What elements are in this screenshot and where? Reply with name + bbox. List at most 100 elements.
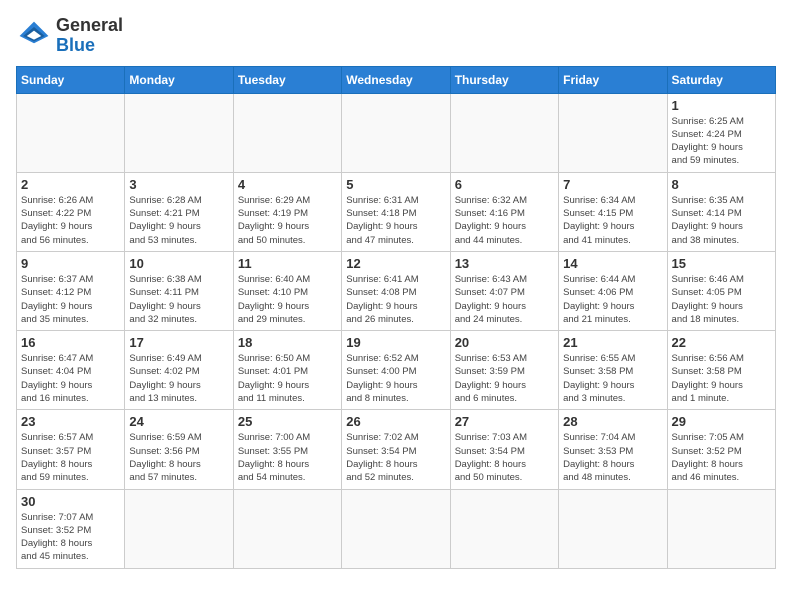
week-row-6: 30 Sunrise: 7:07 AM Sunset: 3:52 PM Dayli… xyxy=(17,489,776,568)
day-number: 12 xyxy=(346,256,445,271)
calendar-table: SundayMondayTuesdayWednesdayThursdayFrid… xyxy=(16,66,776,569)
calendar-cell: 18 Sunrise: 6:50 AM Sunset: 4:01 PM Dayli… xyxy=(233,331,341,410)
day-number: 4 xyxy=(238,177,337,192)
day-info: Sunrise: 7:02 AM Sunset: 3:54 PM Dayligh… xyxy=(346,431,445,484)
calendar-cell: 27 Sunrise: 7:03 AM Sunset: 3:54 PM Dayli… xyxy=(450,410,558,489)
day-number: 7 xyxy=(563,177,662,192)
day-info: Sunrise: 7:03 AM Sunset: 3:54 PM Dayligh… xyxy=(455,431,554,484)
day-info: Sunrise: 6:49 AM Sunset: 4:02 PM Dayligh… xyxy=(129,352,228,405)
calendar-cell: 4 Sunrise: 6:29 AM Sunset: 4:19 PM Daylig… xyxy=(233,172,341,251)
week-row-2: 2 Sunrise: 6:26 AM Sunset: 4:22 PM Daylig… xyxy=(17,172,776,251)
day-number: 11 xyxy=(238,256,337,271)
day-number: 24 xyxy=(129,414,228,429)
day-info: Sunrise: 6:50 AM Sunset: 4:01 PM Dayligh… xyxy=(238,352,337,405)
day-info: Sunrise: 7:05 AM Sunset: 3:52 PM Dayligh… xyxy=(672,431,771,484)
calendar-cell: 25 Sunrise: 7:00 AM Sunset: 3:55 PM Dayli… xyxy=(233,410,341,489)
calendar-cell xyxy=(450,93,558,172)
calendar-cell: 26Sunrise: 7:02 AM Sunset: 3:54 PM Dayli… xyxy=(342,410,450,489)
calendar-cell: 9Sunrise: 6:37 AM Sunset: 4:12 PM Daylig… xyxy=(17,251,125,330)
calendar-cell xyxy=(342,489,450,568)
day-number: 21 xyxy=(563,335,662,350)
calendar-cell xyxy=(17,93,125,172)
calendar-cell: 23 Sunrise: 6:57 AM Sunset: 3:57 PM Dayli… xyxy=(17,410,125,489)
day-number: 15 xyxy=(672,256,771,271)
calendar-cell xyxy=(559,489,667,568)
logo-icon xyxy=(16,18,52,54)
calendar-cell: 3 Sunrise: 6:28 AM Sunset: 4:21 PM Daylig… xyxy=(125,172,233,251)
weekday-header-row: SundayMondayTuesdayWednesdayThursdayFrid… xyxy=(17,66,776,93)
day-number: 30 xyxy=(21,494,120,509)
calendar-cell: 28 Sunrise: 7:04 AM Sunset: 3:53 PM Dayli… xyxy=(559,410,667,489)
day-info: Sunrise: 6:59 AM Sunset: 3:56 PM Dayligh… xyxy=(129,431,228,484)
day-info: Sunrise: 6:40 AM Sunset: 4:10 PM Dayligh… xyxy=(238,273,337,326)
day-number: 22 xyxy=(672,335,771,350)
weekday-header-sunday: Sunday xyxy=(17,66,125,93)
calendar-cell xyxy=(233,489,341,568)
week-row-4: 16 Sunrise: 6:47 AM Sunset: 4:04 PM Dayli… xyxy=(17,331,776,410)
calendar-cell: 17 Sunrise: 6:49 AM Sunset: 4:02 PM Dayli… xyxy=(125,331,233,410)
logo: General Blue xyxy=(16,16,123,56)
day-number: 27 xyxy=(455,414,554,429)
day-info: Sunrise: 6:38 AM Sunset: 4:11 PM Dayligh… xyxy=(129,273,228,326)
day-number: 1 xyxy=(672,98,771,113)
calendar-cell: 5 Sunrise: 6:31 AM Sunset: 4:18 PM Daylig… xyxy=(342,172,450,251)
day-number: 10 xyxy=(129,256,228,271)
calendar-cell: 20Sunrise: 6:53 AM Sunset: 3:59 PM Dayli… xyxy=(450,331,558,410)
day-number: 9 xyxy=(21,256,120,271)
day-number: 16 xyxy=(21,335,120,350)
day-info: Sunrise: 7:00 AM Sunset: 3:55 PM Dayligh… xyxy=(238,431,337,484)
day-number: 13 xyxy=(455,256,554,271)
calendar-cell xyxy=(125,489,233,568)
day-info: Sunrise: 6:44 AM Sunset: 4:06 PM Dayligh… xyxy=(563,273,662,326)
day-number: 8 xyxy=(672,177,771,192)
day-number: 25 xyxy=(238,414,337,429)
day-info: Sunrise: 6:32 AM Sunset: 4:16 PM Dayligh… xyxy=(455,194,554,247)
calendar-cell: 22 Sunrise: 6:56 AM Sunset: 3:58 PM Dayli… xyxy=(667,331,775,410)
day-info: Sunrise: 6:26 AM Sunset: 4:22 PM Dayligh… xyxy=(21,194,120,247)
weekday-header-saturday: Saturday xyxy=(667,66,775,93)
page-header: General Blue xyxy=(16,16,776,56)
day-number: 20 xyxy=(455,335,554,350)
weekday-header-thursday: Thursday xyxy=(450,66,558,93)
day-info: Sunrise: 6:57 AM Sunset: 3:57 PM Dayligh… xyxy=(21,431,120,484)
calendar-cell: 2 Sunrise: 6:26 AM Sunset: 4:22 PM Daylig… xyxy=(17,172,125,251)
day-number: 29 xyxy=(672,414,771,429)
day-number: 5 xyxy=(346,177,445,192)
day-info: Sunrise: 6:25 AM Sunset: 4:24 PM Dayligh… xyxy=(672,115,771,168)
day-info: Sunrise: 7:07 AM Sunset: 3:52 PM Dayligh… xyxy=(21,511,120,564)
weekday-header-friday: Friday xyxy=(559,66,667,93)
day-info: Sunrise: 7:04 AM Sunset: 3:53 PM Dayligh… xyxy=(563,431,662,484)
day-info: Sunrise: 6:29 AM Sunset: 4:19 PM Dayligh… xyxy=(238,194,337,247)
day-number: 17 xyxy=(129,335,228,350)
calendar-cell: 13Sunrise: 6:43 AM Sunset: 4:07 PM Dayli… xyxy=(450,251,558,330)
day-number: 6 xyxy=(455,177,554,192)
calendar-cell xyxy=(667,489,775,568)
day-info: Sunrise: 6:28 AM Sunset: 4:21 PM Dayligh… xyxy=(129,194,228,247)
day-number: 3 xyxy=(129,177,228,192)
week-row-5: 23 Sunrise: 6:57 AM Sunset: 3:57 PM Dayli… xyxy=(17,410,776,489)
calendar-cell xyxy=(342,93,450,172)
calendar-cell: 6 Sunrise: 6:32 AM Sunset: 4:16 PM Daylig… xyxy=(450,172,558,251)
calendar-cell xyxy=(125,93,233,172)
calendar-cell xyxy=(233,93,341,172)
calendar-cell: 10 Sunrise: 6:38 AM Sunset: 4:11 PM Dayli… xyxy=(125,251,233,330)
day-info: Sunrise: 6:47 AM Sunset: 4:04 PM Dayligh… xyxy=(21,352,120,405)
calendar-cell: 15Sunrise: 6:46 AM Sunset: 4:05 PM Dayli… xyxy=(667,251,775,330)
weekday-header-tuesday: Tuesday xyxy=(233,66,341,93)
calendar-cell: 30 Sunrise: 7:07 AM Sunset: 3:52 PM Dayli… xyxy=(17,489,125,568)
calendar-cell: 19 Sunrise: 6:52 AM Sunset: 4:00 PM Dayli… xyxy=(342,331,450,410)
day-number: 19 xyxy=(346,335,445,350)
day-info: Sunrise: 6:52 AM Sunset: 4:00 PM Dayligh… xyxy=(346,352,445,405)
day-info: Sunrise: 6:31 AM Sunset: 4:18 PM Dayligh… xyxy=(346,194,445,247)
day-info: Sunrise: 6:56 AM Sunset: 3:58 PM Dayligh… xyxy=(672,352,771,405)
day-number: 28 xyxy=(563,414,662,429)
day-info: Sunrise: 6:34 AM Sunset: 4:15 PM Dayligh… xyxy=(563,194,662,247)
weekday-header-wednesday: Wednesday xyxy=(342,66,450,93)
day-number: 18 xyxy=(238,335,337,350)
day-number: 2 xyxy=(21,177,120,192)
calendar-cell: 8Sunrise: 6:35 AM Sunset: 4:14 PM Daylig… xyxy=(667,172,775,251)
calendar-cell: 7 Sunrise: 6:34 AM Sunset: 4:15 PM Daylig… xyxy=(559,172,667,251)
day-number: 23 xyxy=(21,414,120,429)
logo-text: General Blue xyxy=(56,16,123,56)
day-number: 14 xyxy=(563,256,662,271)
